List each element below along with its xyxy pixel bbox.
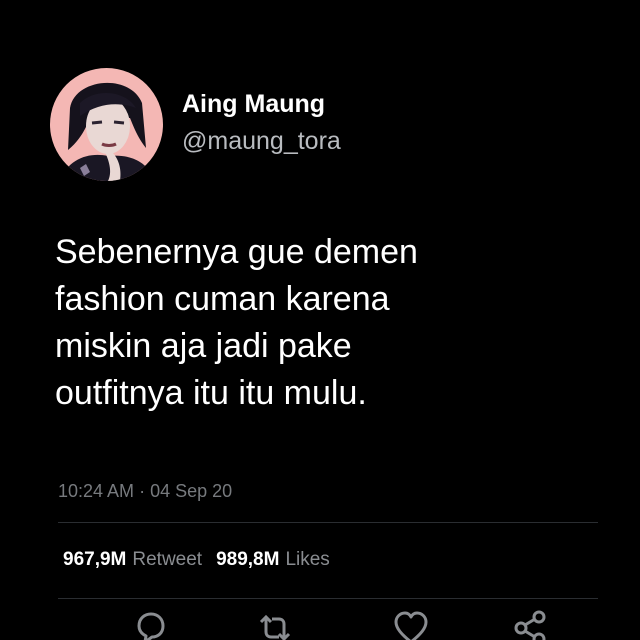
tweet-line: outfitnya itu itu mulu. — [55, 374, 367, 412]
share-icon[interactable] — [510, 608, 550, 640]
likes-label[interactable]: Likes — [285, 549, 329, 570]
user-handle[interactable]: @maung_tora — [182, 127, 341, 156]
meta-separator: · — [139, 481, 146, 501]
tweet-timestamp[interactable]: 10:24 AM · 04 Sep 20 — [58, 481, 232, 502]
display-name[interactable]: Aing Maung — [182, 90, 325, 119]
divider — [58, 522, 598, 523]
tweet-line: fashion cuman karena — [55, 280, 390, 318]
retweet-label[interactable]: Retweet — [132, 549, 202, 570]
avatar[interactable] — [50, 68, 163, 181]
tweet-time: 10:24 AM — [58, 481, 135, 501]
divider — [58, 598, 598, 599]
likes-count[interactable]: 989,8M — [216, 549, 279, 570]
reply-icon[interactable] — [131, 608, 171, 640]
action-bar — [0, 608, 640, 640]
tweet-date: 04 Sep 20 — [150, 481, 233, 501]
retweet-count[interactable]: 967,9M — [63, 549, 126, 570]
tweet-line: Sebenernya gue demen — [55, 233, 418, 271]
like-icon[interactable] — [391, 608, 431, 640]
tweet-line: miskin aja jadi pake — [55, 327, 352, 365]
tweet-text: Sebenernya gue demen fashion cuman karen… — [55, 229, 575, 417]
profile-photo — [50, 68, 163, 181]
engagement-stats: 967,9M Retweet 989,8M Likes — [63, 549, 344, 571]
retweet-icon[interactable] — [255, 608, 295, 640]
